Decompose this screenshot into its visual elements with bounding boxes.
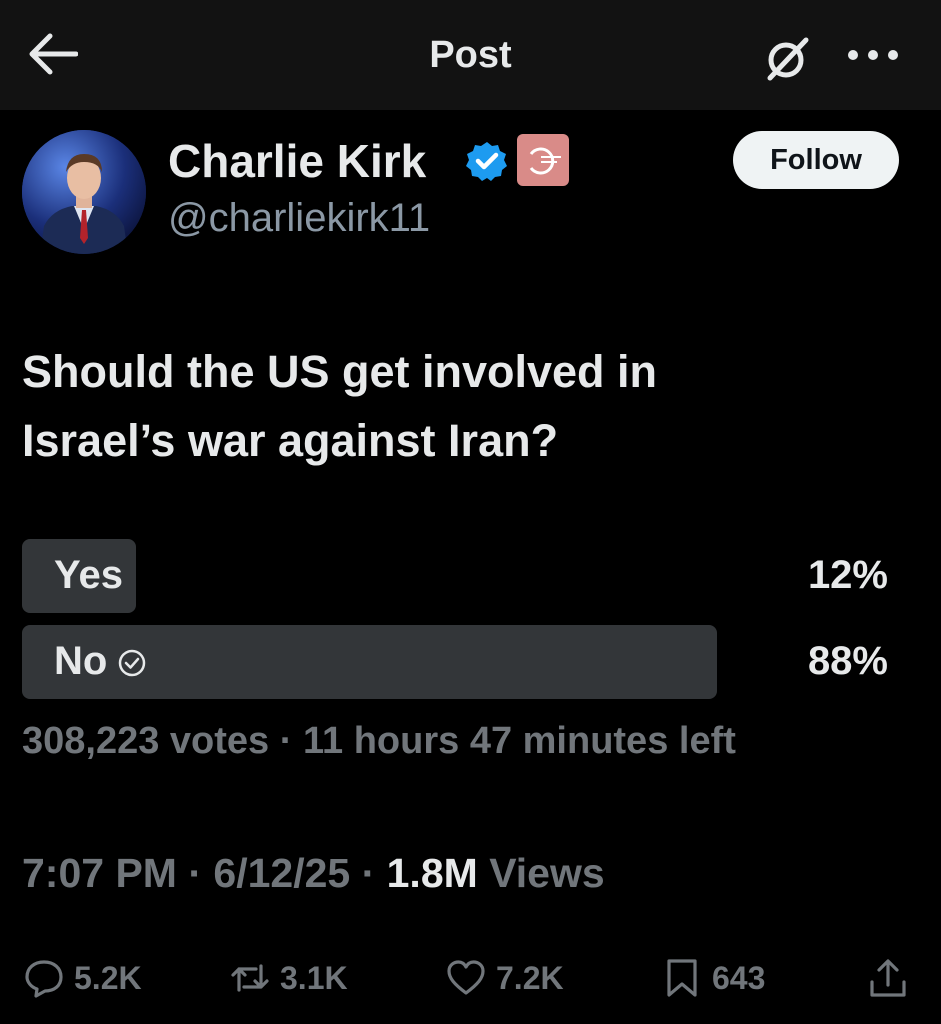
post-date[interactable]: 6/12/25 xyxy=(213,850,350,896)
poll-meta: 308,223 votes · 11 hours 47 minutes left xyxy=(22,720,736,763)
bookmark-icon xyxy=(667,959,697,997)
share-icon xyxy=(870,959,906,997)
views-label[interactable]: Views xyxy=(489,850,605,896)
avatar-portrait-icon xyxy=(22,130,146,254)
like-button[interactable]: 7.2K xyxy=(446,955,564,1001)
separator: · xyxy=(350,850,387,896)
poll-votes: 308,223 votes xyxy=(22,720,270,762)
author-handle[interactable]: @charliekirk11 xyxy=(168,196,430,241)
poll-option-label-text: No xyxy=(54,639,108,683)
voted-check-icon xyxy=(119,650,146,677)
poll-option-percent: 12% xyxy=(807,553,888,597)
repost-icon xyxy=(231,964,269,992)
post-timestamp: 7:07 PM · 6/12/25 · 1.8M Views xyxy=(22,850,605,897)
reply-icon xyxy=(25,960,63,998)
poll-option-yes: Yes 12% xyxy=(22,539,902,613)
follow-button[interactable]: Follow xyxy=(733,131,899,189)
poll-option-no: No 88% xyxy=(22,625,902,699)
heart-icon xyxy=(447,960,485,995)
author-name[interactable]: Charlie Kirk xyxy=(168,134,426,188)
bookmark-count: 643 xyxy=(712,959,766,996)
poll-time-left: 11 hours 47 minutes left xyxy=(302,720,736,762)
repost-count: 3.1K xyxy=(280,959,348,996)
reply-count: 5.2K xyxy=(74,959,142,996)
post-time[interactable]: 7:07 PM xyxy=(22,850,177,896)
more-options-icon[interactable] xyxy=(845,40,901,70)
post-text-line: Israel’s war against Iran? xyxy=(22,415,559,466)
bookmark-button[interactable]: 643 xyxy=(662,955,765,1001)
separator: · xyxy=(269,720,303,762)
like-count: 7.2K xyxy=(496,959,564,996)
grok-icon[interactable] xyxy=(762,34,812,84)
reply-button[interactable]: 5.2K xyxy=(24,955,142,1001)
avatar[interactable] xyxy=(22,130,146,254)
poll-option-percent: 88% xyxy=(807,639,888,683)
poll-option-label: Yes xyxy=(54,553,123,597)
poll-option-label: No xyxy=(54,639,147,684)
repost-button[interactable]: 3.1K xyxy=(230,955,348,1001)
top-bar: Post xyxy=(0,0,941,110)
post-text: Should the US get involved in Israel’s w… xyxy=(22,337,902,475)
affiliate-badge-icon[interactable] xyxy=(517,134,569,186)
share-button[interactable] xyxy=(868,955,908,1001)
verified-badge-icon xyxy=(466,142,507,181)
views-count: 1.8M xyxy=(386,850,478,896)
separator: · xyxy=(176,850,214,896)
post-text-line: Should the US get involved in xyxy=(22,346,658,397)
